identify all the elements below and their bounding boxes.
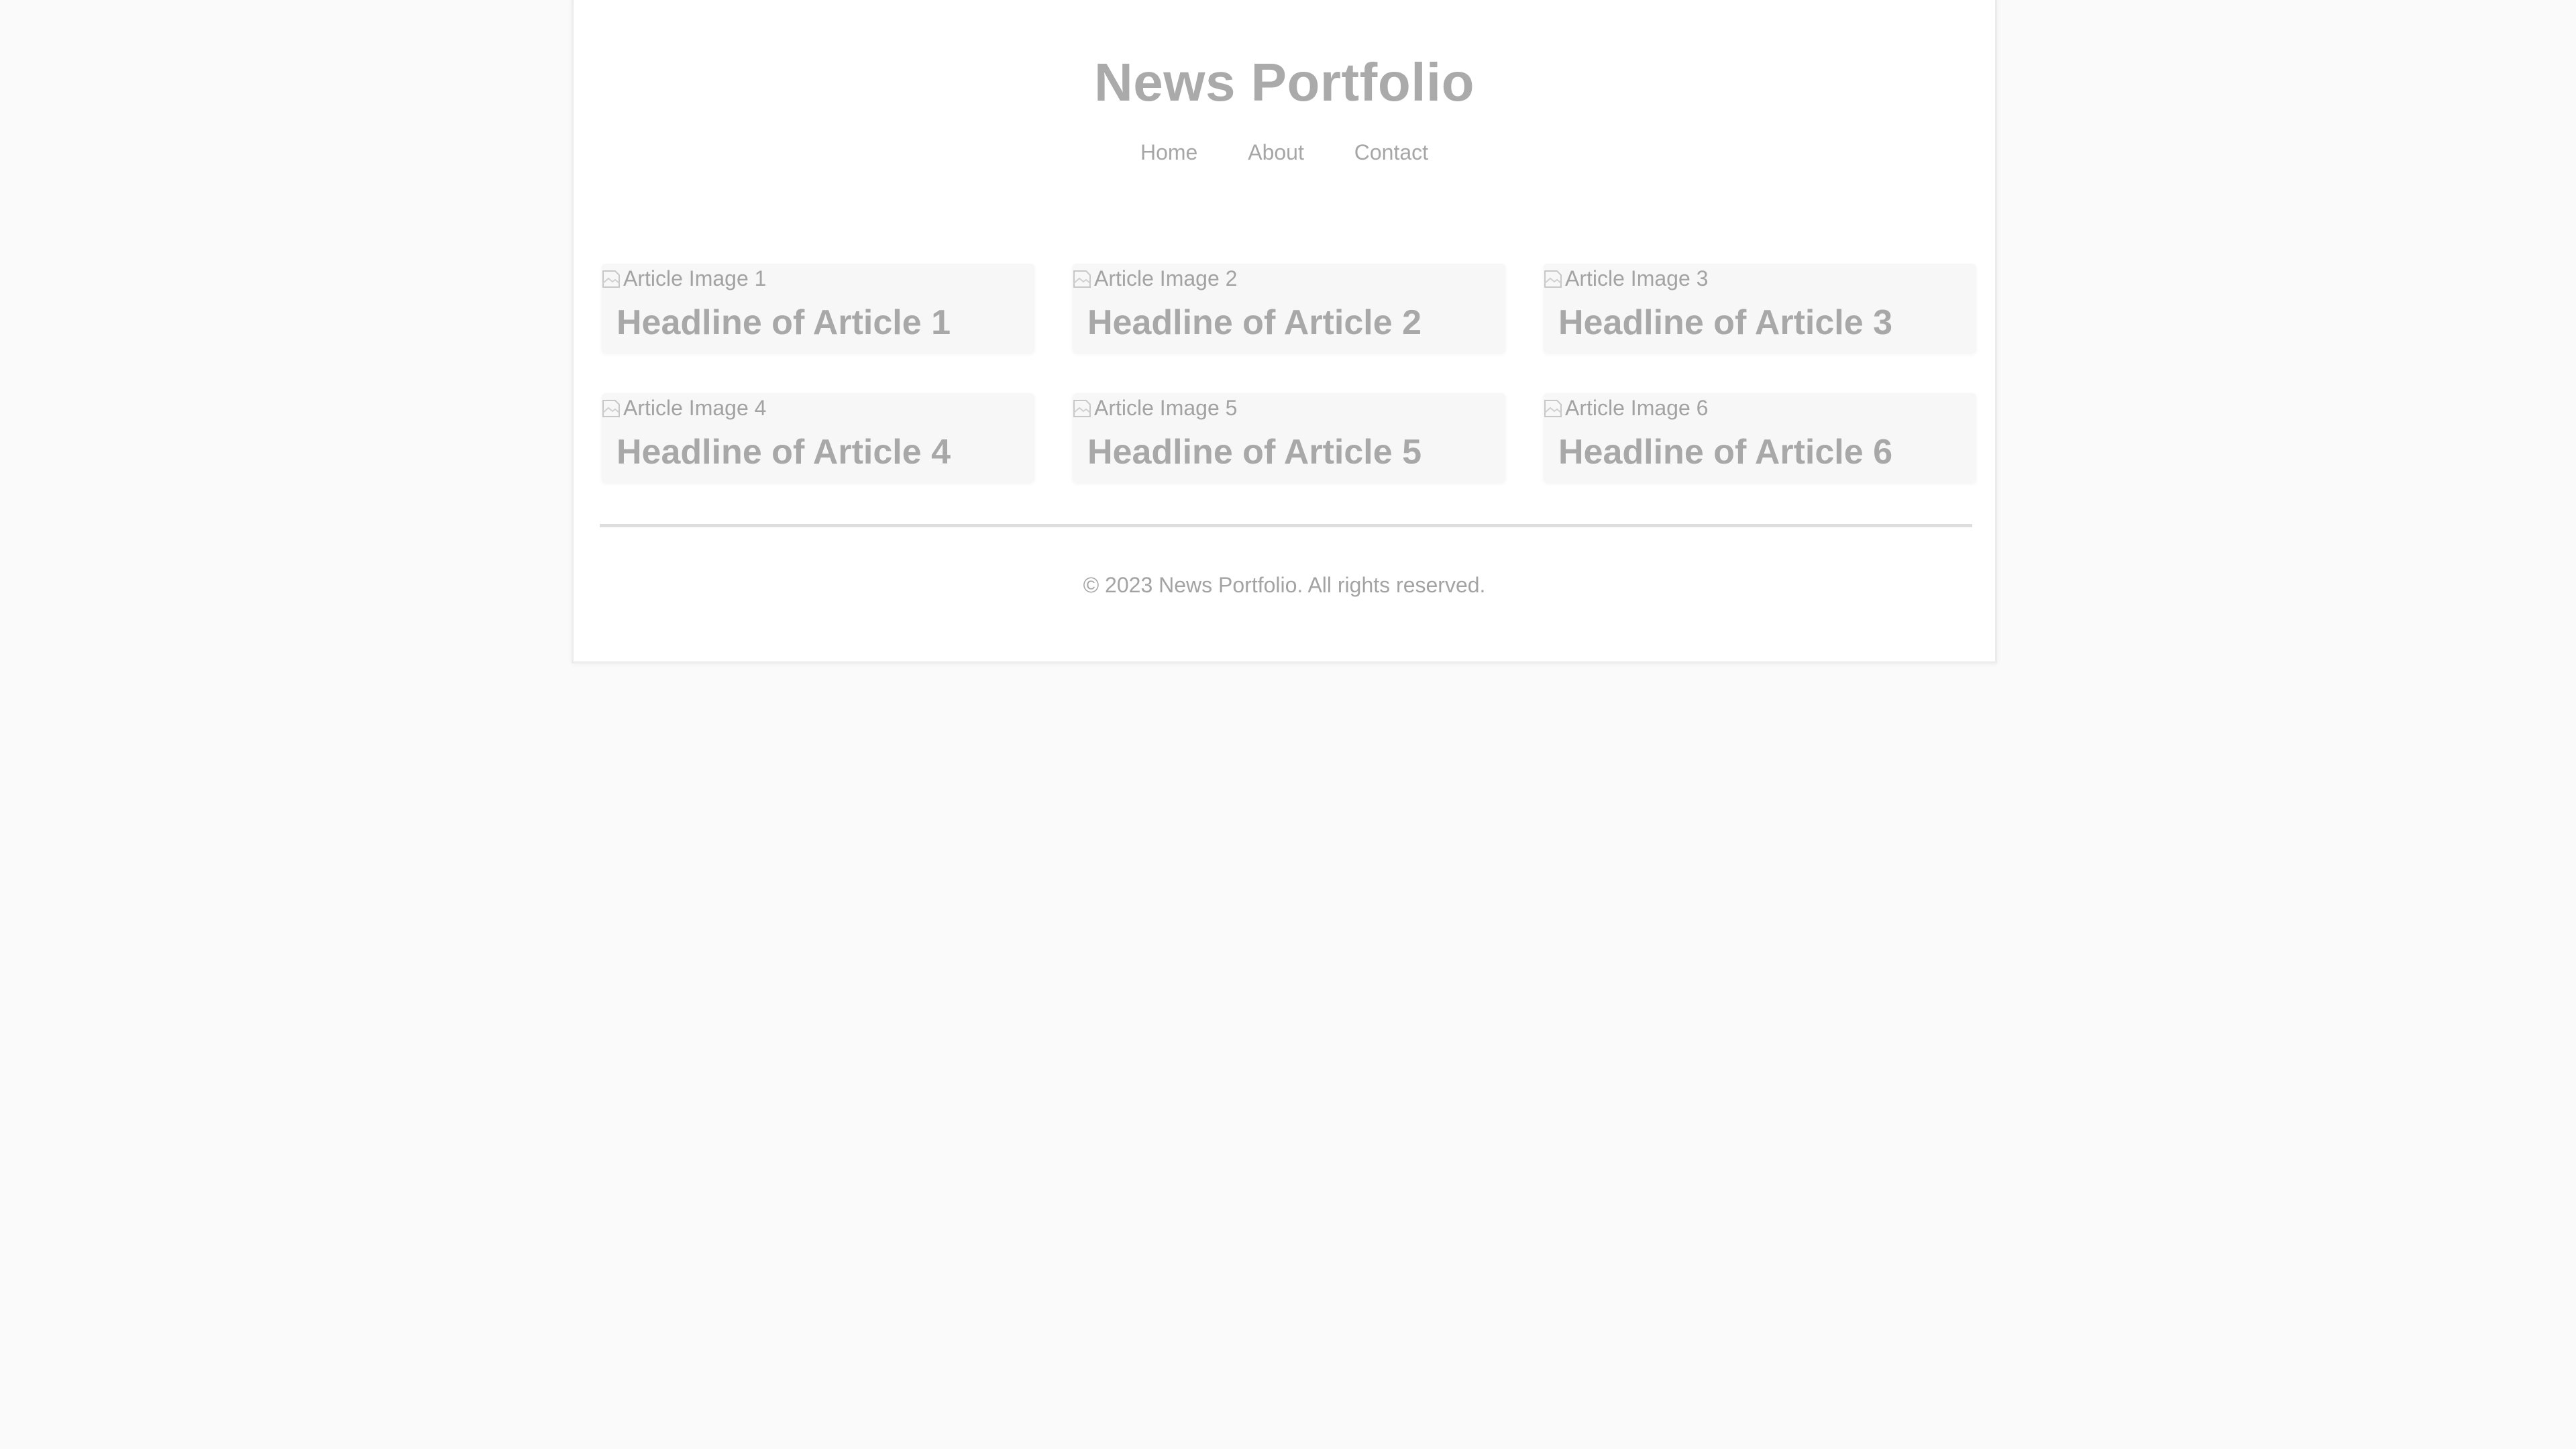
article-card[interactable]: Article Image 1 Headline of Article 1 bbox=[602, 264, 1034, 353]
article-image-alt: Article Image 5 bbox=[1094, 396, 1238, 420]
article-image-alt: Article Image 3 bbox=[1565, 266, 1709, 290]
broken-image-icon bbox=[1544, 268, 1564, 290]
article-image-alt: Article Image 4 bbox=[623, 396, 767, 420]
page-container: News Portfolio Home About Contact Articl… bbox=[572, 0, 1997, 663]
article-card[interactable]: Article Image 5 Headline of Article 5 bbox=[1073, 393, 1505, 482]
article-image-alt: Article Image 1 bbox=[623, 266, 767, 290]
article-headline[interactable]: Headline of Article 3 bbox=[1558, 303, 1892, 343]
article-headline[interactable]: Headline of Article 2 bbox=[1087, 303, 1421, 343]
article-headline[interactable]: Headline of Article 4 bbox=[616, 432, 951, 472]
footer-copyright: © 2023 News Portfolio. All rights reserv… bbox=[1083, 573, 1486, 597]
article-headline[interactable]: Headline of Article 1 bbox=[616, 303, 951, 343]
site-title: News Portfolio bbox=[1093, 52, 1475, 112]
article-card[interactable]: Article Image 2 Headline of Article 2 bbox=[1073, 264, 1505, 353]
article-card[interactable]: Article Image 4 Headline of Article 4 bbox=[602, 393, 1034, 482]
article-image[interactable]: Article Image 3 bbox=[1544, 266, 1708, 291]
article-image[interactable]: Article Image 2 bbox=[1073, 266, 1237, 291]
article-grid: Article Image 1 Headline of Article 1 Ar… bbox=[602, 264, 1976, 482]
article-card[interactable]: Article Image 3 Headline of Article 3 bbox=[1544, 264, 1976, 353]
main-nav: Home About Contact bbox=[574, 140, 1995, 165]
article-image-alt: Article Image 2 bbox=[1094, 266, 1238, 290]
article-image[interactable]: Article Image 4 bbox=[602, 396, 766, 421]
article-card[interactable]: Article Image 6 Headline of Article 6 bbox=[1544, 393, 1976, 482]
broken-image-icon bbox=[602, 398, 622, 419]
footer-divider bbox=[600, 524, 1972, 527]
broken-image-icon bbox=[1544, 398, 1564, 419]
nav-link-about[interactable]: About bbox=[1248, 140, 1304, 165]
broken-image-icon bbox=[1073, 398, 1093, 419]
nav-link-home[interactable]: Home bbox=[1140, 140, 1197, 165]
article-image[interactable]: Article Image 5 bbox=[1073, 396, 1237, 421]
article-headline[interactable]: Headline of Article 6 bbox=[1558, 432, 1892, 472]
broken-image-icon bbox=[602, 268, 622, 290]
article-image[interactable]: Article Image 6 bbox=[1544, 396, 1708, 421]
broken-image-icon bbox=[1073, 268, 1093, 290]
nav-link-contact[interactable]: Contact bbox=[1354, 140, 1428, 165]
article-image-alt: Article Image 6 bbox=[1565, 396, 1709, 420]
article-image[interactable]: Article Image 1 bbox=[602, 266, 766, 291]
article-headline[interactable]: Headline of Article 5 bbox=[1087, 432, 1421, 472]
